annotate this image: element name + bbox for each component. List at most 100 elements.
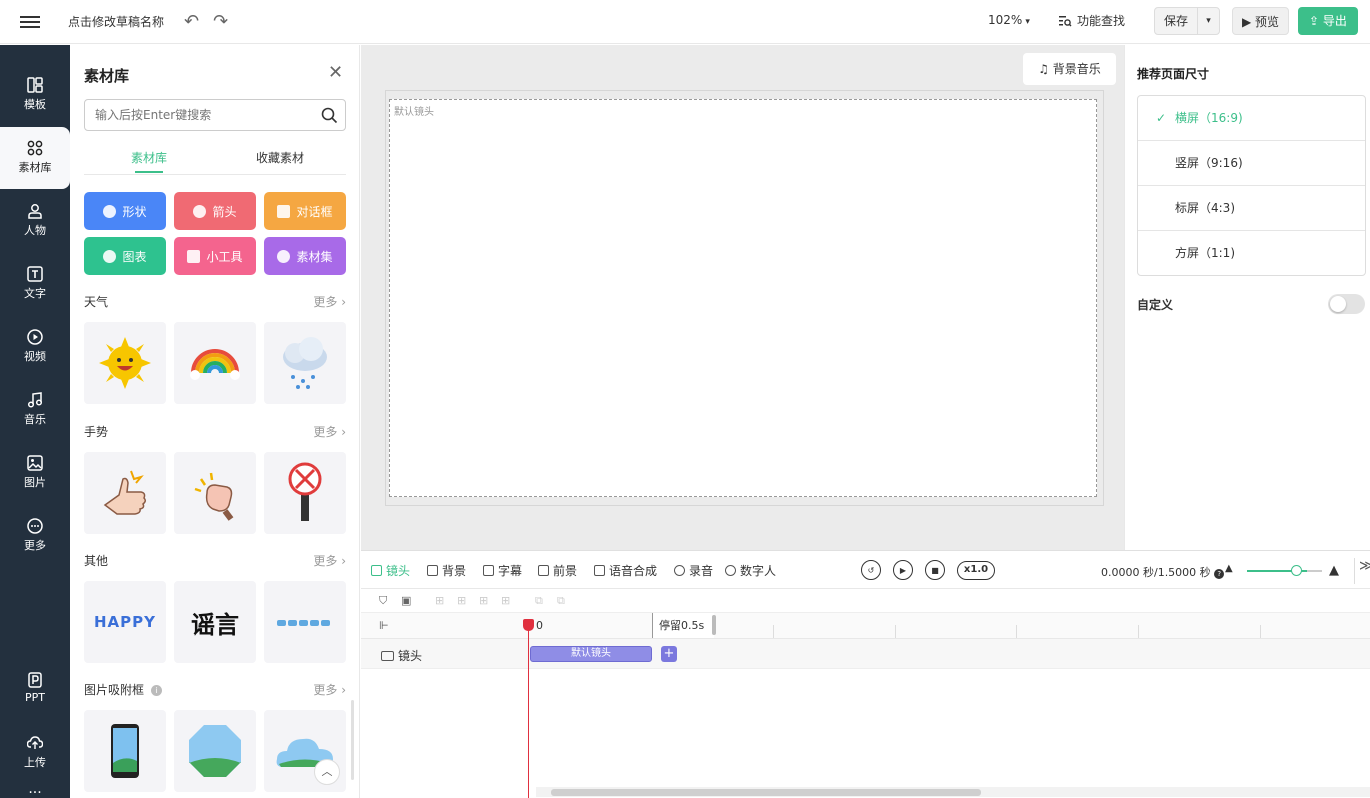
save-button[interactable]: 保存 (1155, 8, 1197, 34)
sticker-banner-text[interactable] (264, 581, 346, 663)
sticker-rumor-text[interactable]: 谣言 (174, 581, 256, 663)
frame-phone[interactable] (84, 710, 166, 792)
function-search-label: 功能查找 (1077, 14, 1126, 28)
preview-button[interactable]: ▶ 预览 (1232, 7, 1290, 35)
export-label: 导出 (1322, 14, 1347, 28)
default-camera-clip[interactable]: 默认镜头 (530, 646, 652, 662)
nav-item-template[interactable]: 模板 (0, 64, 70, 126)
nav-overflow[interactable]: ··· (0, 785, 70, 798)
size-option-label: 标屏（4:3) (1175, 201, 1235, 215)
timeline-zoom-slider[interactable] (1291, 565, 1302, 576)
more-link[interactable]: 更多 › (313, 423, 346, 440)
tab-favorites[interactable]: 收藏素材 (256, 149, 304, 166)
shape-icon (103, 204, 117, 218)
tab-digital-human[interactable]: 数字人 (725, 562, 776, 579)
category-widget-button[interactable]: 小工具 (174, 237, 256, 275)
stage-canvas[interactable]: 默认镜头 (389, 99, 1097, 497)
snap-icon[interactable]: ⊩ (379, 619, 389, 632)
category-collection-button[interactable]: 素材集 (264, 237, 346, 275)
tab-subtitle[interactable]: 字幕 (483, 562, 522, 579)
tab-background[interactable]: 背景 (427, 562, 466, 579)
stop-icon[interactable]: ■ (925, 560, 945, 580)
play-icon[interactable]: ▶ (893, 560, 913, 580)
more-link[interactable]: 更多 › (313, 293, 346, 310)
sticker-thumbs-up[interactable] (84, 452, 166, 534)
speed-button[interactable]: x1.0 (957, 561, 995, 580)
export-button[interactable]: ⇪ 导出 (1298, 7, 1358, 35)
sticker-fist[interactable] (174, 452, 256, 534)
layout-icon[interactable]: ▣ (401, 594, 411, 607)
canvas-area: ♫ 背景音乐 默认镜头 (361, 45, 1124, 550)
frame-octagon[interactable] (174, 710, 256, 792)
category-label: 素材集 (296, 249, 333, 264)
size-option-landscape[interactable]: ✓ 横屏（16:9) (1138, 96, 1365, 141)
sticker-sun[interactable] (84, 322, 166, 404)
section-title: 天气 (84, 295, 109, 309)
sticker-rain-cloud[interactable] (264, 322, 346, 404)
timeline-ruler[interactable]: ⊩ 0 停留0.5s (361, 613, 1370, 639)
function-search-button[interactable]: 功能查找 (1058, 12, 1125, 29)
tab-foreground[interactable]: 前景 (538, 562, 577, 579)
section-weather-header: 天气 更多 › (84, 293, 346, 310)
category-shape-button[interactable]: 形状 (84, 192, 166, 230)
tab-material-library[interactable]: 素材库 (131, 149, 167, 173)
size-option-square[interactable]: 方屏（1:1) (1138, 231, 1365, 275)
search-icon[interactable] (321, 107, 338, 124)
draft-name-field[interactable]: 点击修改草稿名称 (68, 13, 164, 30)
close-icon[interactable]: ✕ (328, 62, 343, 83)
search-input[interactable] (95, 100, 315, 130)
nav-item-upload[interactable]: 上传 (0, 722, 70, 784)
group-icon: ⧉ (535, 594, 543, 607)
align-left-icon: ⊞ (435, 594, 445, 607)
tab-camera[interactable]: 镜头 (371, 562, 410, 579)
banner-text-graphic (277, 620, 330, 626)
nav-item-video[interactable]: 视频 (0, 316, 70, 378)
custom-size-toggle[interactable] (1328, 294, 1365, 314)
category-arrow-button[interactable]: 箭头 (174, 192, 256, 230)
align-right-icon: ⊞ (479, 594, 489, 607)
info-icon[interactable]: i (150, 685, 162, 696)
save-options-chevron-icon[interactable]: ▾ (1197, 8, 1219, 34)
menu-icon[interactable] (20, 13, 40, 31)
tab-tts[interactable]: 语音合成 (594, 562, 657, 579)
zoom-dropdown[interactable]: 102% ▾ (988, 13, 1030, 27)
nav-item-ppt[interactable]: PPT (0, 659, 70, 721)
nav-item-person[interactable]: 人物 (0, 190, 70, 252)
nav-label: 更多 (24, 539, 46, 552)
pause-drag-handle[interactable] (712, 615, 716, 635)
nav-item-text[interactable]: 文字 (0, 253, 70, 315)
rain-cloud-icon (283, 337, 327, 389)
size-option-label: 竖屏（9:16) (1175, 156, 1243, 170)
background-music-button[interactable]: ♫ 背景音乐 (1023, 53, 1116, 85)
sticker-happy-text[interactable]: HAPPY (84, 581, 166, 663)
size-option-portrait[interactable]: 竖屏（9:16) (1138, 141, 1365, 186)
pause-duration[interactable]: 停留0.5s (652, 613, 714, 638)
zoom-in-mountain-icon[interactable]: ▲ (1329, 563, 1339, 578)
zoom-out-mountain-icon[interactable]: ▲ (1225, 563, 1233, 574)
panel-scrollbar[interactable] (351, 700, 354, 780)
nav-item-music[interactable]: 音乐 (0, 379, 70, 441)
tab-recording[interactable]: 录音 (674, 562, 713, 579)
collapse-timeline-icon[interactable]: ≫ (1354, 558, 1370, 584)
category-dialog-button[interactable]: 对话框 (264, 192, 346, 230)
add-clip-button[interactable]: + (661, 646, 677, 662)
redo-icon[interactable]: ↷ (213, 11, 228, 32)
timeline-hscrollbar[interactable] (536, 787, 1370, 797)
play-icon: ▶ (1242, 15, 1256, 29)
filter-icon[interactable]: ⛉ (379, 594, 387, 608)
nav-item-image[interactable]: 图片 (0, 442, 70, 504)
scroll-to-top-button[interactable]: ︿ (314, 759, 340, 785)
scrollbar-thumb[interactable] (551, 789, 981, 796)
help-icon[interactable]: ? (1214, 569, 1225, 579)
replay-icon[interactable]: ↺ (861, 560, 881, 580)
sticker-rainbow[interactable] (174, 322, 256, 404)
more-link[interactable]: 更多 › (313, 681, 346, 698)
playhead-handle[interactable] (523, 619, 534, 631)
undo-icon[interactable]: ↶ (184, 11, 199, 32)
sticker-stop-sign[interactable] (264, 452, 346, 534)
nav-item-more[interactable]: 更多 (0, 505, 70, 567)
size-option-standard[interactable]: 标屏（4:3) (1138, 186, 1365, 231)
category-chart-button[interactable]: 图表 (84, 237, 166, 275)
nav-item-material-library[interactable]: 素材库 (0, 127, 70, 189)
more-link[interactable]: 更多 › (313, 552, 346, 569)
